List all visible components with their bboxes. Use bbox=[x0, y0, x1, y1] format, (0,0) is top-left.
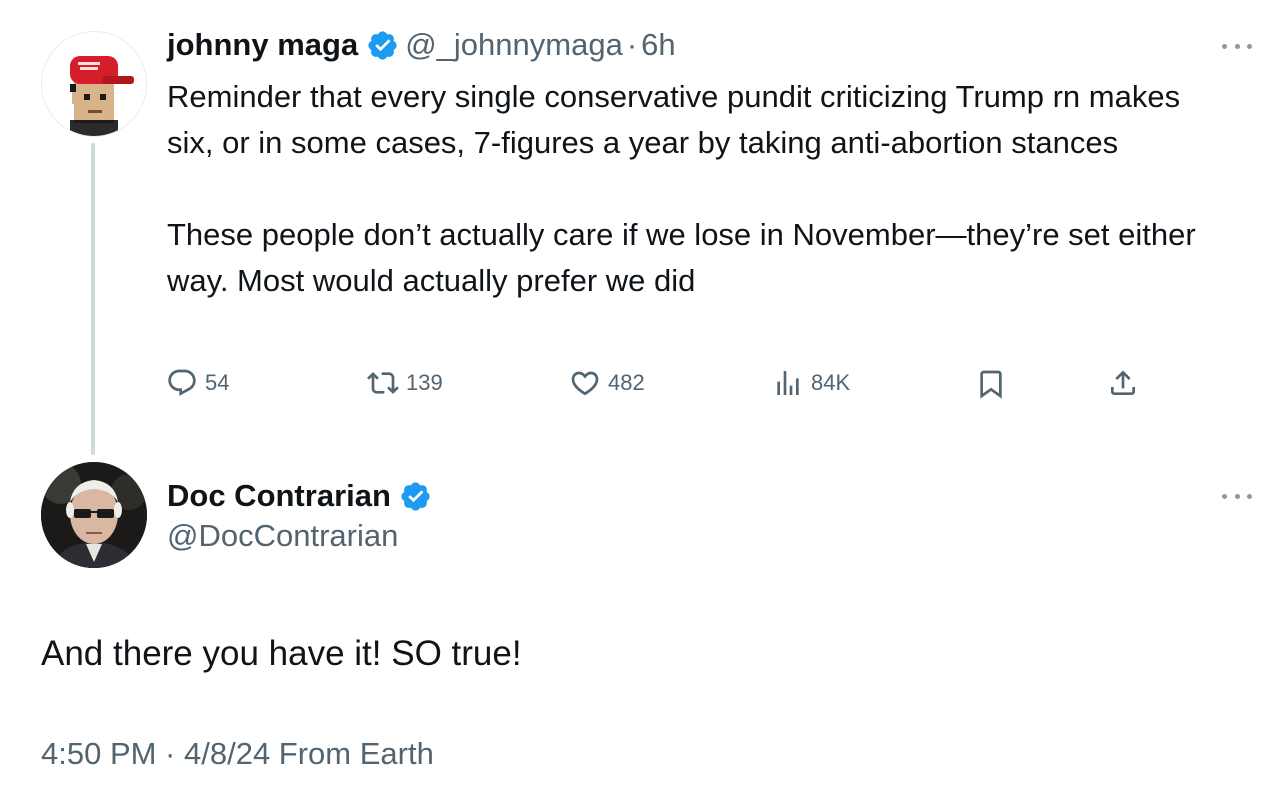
parent-timestamp[interactable]: 6h bbox=[641, 27, 675, 63]
share-icon bbox=[1111, 370, 1135, 395]
reply-author-handle[interactable]: @DocContrarian bbox=[167, 518, 398, 554]
retweet-icon bbox=[367, 372, 399, 394]
reply-author-name[interactable]: Doc Contrarian bbox=[167, 478, 391, 514]
retweet-count: 139 bbox=[406, 370, 443, 395]
heart-icon bbox=[571, 371, 599, 396]
like-button[interactable]: 482 bbox=[569, 367, 645, 399]
reply-more-options-icon[interactable] bbox=[1222, 491, 1252, 501]
reply-count: 54 bbox=[205, 370, 230, 395]
retweet-button[interactable]: 139 bbox=[367, 367, 443, 399]
reply-tweet-text: And there you have it! SO true! bbox=[41, 634, 522, 673]
thread-connector-line bbox=[91, 143, 95, 455]
reply-button[interactable]: 54 bbox=[166, 367, 229, 399]
parent-author-handle[interactable]: @_johnnymaga bbox=[405, 27, 623, 63]
bookmark-icon bbox=[980, 370, 1002, 399]
parent-tweet-text: Reminder that every single conservative … bbox=[167, 79, 1196, 298]
reply-tweet-metadata: 4:50 PM · 4/8/24 From Earth bbox=[41, 736, 434, 771]
parent-tweet-header: johnny maga @_johnnymaga · 6h bbox=[167, 25, 676, 65]
photo-avatar-icon bbox=[41, 462, 147, 568]
parent-more-options-icon[interactable] bbox=[1222, 41, 1252, 51]
views-chart-icon bbox=[777, 371, 799, 395]
parent-author-name[interactable]: johnny maga bbox=[167, 27, 358, 63]
verified-badge-icon bbox=[366, 29, 399, 62]
like-count: 482 bbox=[608, 370, 645, 395]
verified-badge-icon bbox=[399, 480, 432, 513]
share-button[interactable] bbox=[1107, 367, 1139, 399]
bookmark-button[interactable] bbox=[975, 368, 1007, 400]
reply-icon bbox=[168, 369, 196, 396]
time-separator: · bbox=[626, 27, 638, 62]
views-count: 84K bbox=[811, 370, 851, 395]
reply-avatar[interactable] bbox=[41, 462, 147, 568]
parent-avatar[interactable] bbox=[41, 31, 147, 137]
views-button[interactable]: 84K bbox=[772, 367, 850, 399]
pixel-avatar-red-cap-icon bbox=[42, 32, 146, 136]
reply-tweet-header: Doc Contrarian bbox=[167, 476, 438, 516]
